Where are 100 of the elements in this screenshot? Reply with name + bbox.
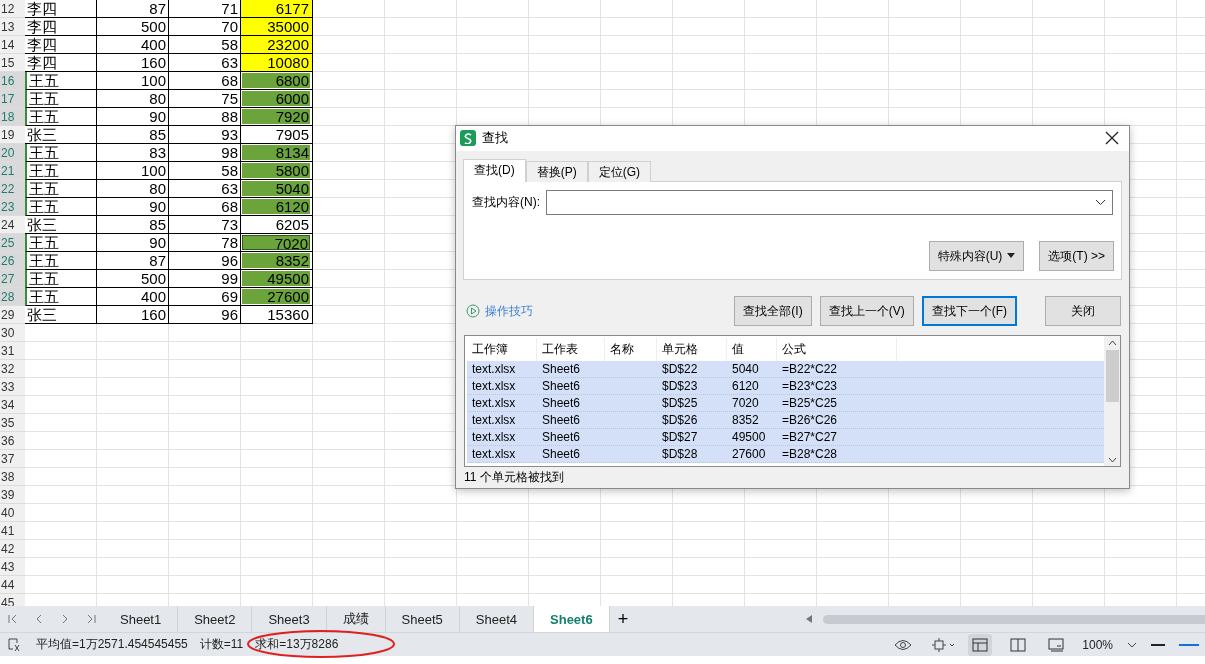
row-header[interactable]: 33 (0, 378, 25, 396)
table-cell: 90 (97, 108, 169, 126)
table-cell: 王五 (25, 234, 97, 252)
row-header[interactable]: 30 (0, 324, 25, 342)
result-row[interactable]: text.xlsx Sheet6 $D$22 5040 =B22*C22 (467, 361, 1104, 379)
row-header[interactable]: 41 (0, 522, 25, 540)
result-cell-text: =B25*C25 (781, 395, 839, 412)
tips-link[interactable]: 操作技巧 (466, 302, 533, 320)
result-cell-text: 49500 (731, 429, 767, 446)
result-cell-text: text.xlsx (471, 361, 517, 378)
sheet-tab[interactable]: Sheet6 (534, 606, 610, 632)
table-cell: 100 (97, 162, 169, 180)
table-cell: 王五 (25, 180, 97, 198)
find-button[interactable]: 查找下一个(F) (921, 296, 1017, 327)
dialog-tab[interactable]: 查找(D) (463, 158, 526, 182)
scroll-up-icon[interactable] (1107, 340, 1117, 347)
row-header[interactable]: 34 (0, 396, 25, 414)
row-header[interactable]: 24 (0, 216, 25, 234)
table-cell: 5040 (242, 181, 310, 196)
table-cell: 160 (97, 306, 169, 324)
row-header[interactable]: 29 (0, 306, 25, 324)
row-header[interactable]: 39 (0, 486, 25, 504)
row-header[interactable]: 13 (0, 18, 25, 36)
scroll-left-icon[interactable] (805, 614, 813, 624)
result-cell-text: $D$23 (661, 378, 699, 395)
table-cell: 90 (97, 234, 169, 252)
row-header[interactable]: 42 (0, 540, 25, 558)
play-icon (466, 304, 480, 319)
row-header[interactable]: 31 (0, 342, 25, 360)
row-header[interactable]: 16 (0, 72, 25, 90)
table-cell: 160 (97, 54, 169, 72)
table-cell: 500 (97, 18, 169, 36)
row-header[interactable]: 12 (0, 0, 25, 18)
add-sheet-button[interactable]: + (617, 608, 629, 630)
caret-icon[interactable] (1127, 641, 1137, 648)
caret-icon (1007, 253, 1016, 260)
row-header[interactable]: 37 (0, 450, 25, 468)
table-cell: 500 (97, 270, 169, 288)
dialog-tab[interactable]: 定位(G) (587, 160, 651, 182)
table-cell: 王五 (25, 108, 97, 126)
table-cell: 7920 (242, 109, 310, 124)
find-button[interactable]: 查找全部(I) (734, 296, 812, 327)
results-count: 11 个单元格被找到 (463, 469, 565, 486)
row-header[interactable]: 32 (0, 360, 25, 378)
app-logo-icon (460, 130, 476, 147)
table-cell: 王五 (25, 90, 97, 108)
scroll-down-icon[interactable] (1107, 457, 1117, 463)
normal-view-icon (972, 637, 989, 652)
special-content-button[interactable]: 特殊内容(U) (928, 241, 1025, 272)
table-cell: 83 (97, 144, 169, 162)
result-cell-text: 5040 (731, 361, 760, 378)
row-header[interactable]: 35 (0, 414, 25, 432)
result-cell-text: 8352 (731, 412, 760, 429)
row-header[interactable]: 22 (0, 180, 25, 198)
vertical-scrollbar[interactable] (1104, 336, 1120, 466)
result-row[interactable]: text.xlsx Sheet6 $D$25 7020 =B25*C25 (467, 395, 1104, 413)
row-header[interactable]: 36 (0, 432, 25, 450)
first-sheet-icon[interactable] (7, 613, 19, 625)
row-header[interactable]: 23 (0, 198, 25, 216)
result-row[interactable]: text.xlsx Sheet6 $D$28 27600 =B28*C28 (467, 446, 1104, 464)
close-button[interactable]: 关闭 (1045, 296, 1121, 327)
view-button[interactable] (968, 633, 993, 656)
sum-value: 求和=13万8286 (255, 636, 339, 653)
search-field[interactable] (546, 189, 1113, 215)
row-header[interactable]: 40 (0, 504, 25, 522)
row-header[interactable]: 21 (0, 162, 25, 180)
dialog-tab[interactable]: 替换(P) (525, 160, 588, 182)
horizontal-scrollbar[interactable] (823, 614, 1205, 624)
row-header[interactable]: 26 (0, 252, 25, 270)
row-header[interactable]: 17 (0, 90, 25, 108)
row-header[interactable]: 20 (0, 144, 25, 162)
table-cell: 80 (97, 180, 169, 198)
row-header[interactable]: 38 (0, 468, 25, 486)
table-cell: 5800 (242, 163, 310, 178)
row-header[interactable]: 15 (0, 54, 25, 72)
result-row[interactable]: text.xlsx Sheet6 $D$23 6120 =B23*C23 (467, 378, 1104, 396)
row-header[interactable]: 18 (0, 108, 25, 126)
row-header[interactable]: 43 (0, 558, 25, 576)
table-cell: 6000 (242, 91, 310, 106)
last-sheet-icon[interactable] (85, 613, 97, 625)
row-header[interactable]: 44 (0, 576, 25, 594)
result-row[interactable]: text.xlsx Sheet6 $D$27 49500 =B27*C27 (467, 429, 1104, 447)
options-button[interactable]: 选项(T) >> (1039, 241, 1114, 272)
row-header[interactable]: 19 (0, 126, 25, 144)
row-header[interactable]: 28 (0, 288, 25, 306)
row-header[interactable]: 14 (0, 36, 25, 54)
page-view-icon (1048, 637, 1065, 652)
find-button[interactable]: 查找上一个(V) (819, 296, 914, 327)
zoom-level[interactable]: 100% (1082, 637, 1113, 652)
close-icon[interactable] (1105, 131, 1119, 146)
table-cell-text: 7905 (274, 127, 310, 142)
row-header[interactable]: 25 (0, 234, 25, 252)
result-row[interactable]: text.xlsx Sheet6 $D$26 8352 =B26*C26 (467, 412, 1104, 430)
row-header[interactable]: 27 (0, 270, 25, 288)
result-cell-text: $D$25 (661, 395, 699, 412)
table-cell-text: 6205 (274, 217, 310, 232)
result-cell-text: text.xlsx (471, 429, 517, 446)
table-cell: 27600 (242, 289, 310, 304)
result-cell-text: text.xlsx (471, 378, 517, 395)
result-cell-text: text.xlsx (471, 395, 517, 412)
